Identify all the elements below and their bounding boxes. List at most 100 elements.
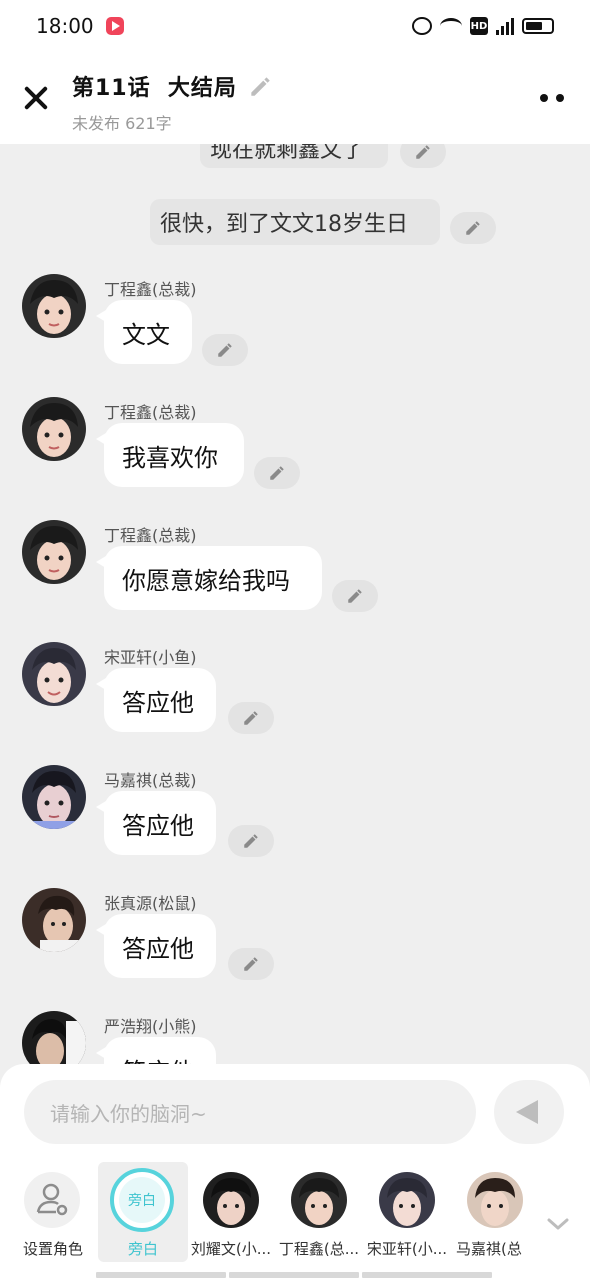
pencil-icon [270, 466, 284, 480]
speaker-name: 马嘉祺(总裁) [104, 771, 197, 790]
role-selector: 设置角色 旁白 旁白 刘耀文(小... 丁程鑫(总... 宋亚轩(小... 马嘉… [0, 1162, 590, 1262]
avatar[interactable] [22, 888, 86, 952]
status-time: 18:00 [36, 14, 94, 38]
role-character[interactable]: 刘耀文(小... [186, 1162, 276, 1262]
message-bubble[interactable]: 我喜欢你 [96, 423, 244, 487]
message-bubble[interactable]: 答应他 [96, 791, 216, 855]
role-label: 丁程鑫(总... [278, 1240, 360, 1258]
avatar [203, 1172, 259, 1228]
role-label: 马嘉祺(总 [456, 1240, 522, 1258]
message-bubble[interactable]: 答应他 [96, 668, 216, 732]
input-placeholder: 请输入你的脑洞~ [50, 1101, 207, 1126]
chat-area[interactable]: 现在就剩鑫文了 很快，到了文文18岁生日 丁程鑫(总裁) 文文 丁程鑫(总裁) … [0, 144, 590, 1064]
message-text: 我喜欢你 [122, 443, 218, 472]
narration-bubble[interactable]: 很快，到了文文18岁生日 [150, 199, 440, 245]
set-role-button[interactable]: 设置角色 [0, 1162, 104, 1262]
chevron-down-icon[interactable] [546, 1212, 570, 1236]
avatar[interactable] [22, 642, 86, 706]
narrator-avatar: 旁白 [110, 1168, 174, 1232]
chat-message[interactable]: 张真源(松鼠) 答应他 [0, 888, 590, 1008]
narrator-avatar-text: 旁白 [119, 1177, 165, 1223]
edit-button[interactable] [254, 457, 300, 489]
dot-icon [540, 94, 548, 102]
avatar[interactable] [22, 274, 86, 338]
pencil-icon [348, 589, 362, 603]
message-text: 答应他 [122, 934, 194, 963]
avatar[interactable] [22, 520, 86, 584]
more-button[interactable] [540, 92, 568, 104]
avatar[interactable] [22, 765, 86, 829]
role-character[interactable]: 丁程鑫(总... [274, 1162, 364, 1262]
avatar [379, 1172, 435, 1228]
chat-message[interactable]: 宋亚轩(小鱼) 答应他 [0, 642, 590, 762]
role-character[interactable]: 马嘉祺(总 [450, 1162, 540, 1262]
status-bar: 18:00 HD [0, 0, 590, 52]
pencil-icon [466, 221, 480, 235]
message-text: 文文 [122, 320, 170, 349]
role-character[interactable]: 宋亚轩(小... [362, 1162, 452, 1262]
role-narrator[interactable]: 旁白 旁白 [98, 1162, 188, 1262]
speaker-name: 张真源(松鼠) [104, 894, 197, 913]
pencil-icon [416, 145, 430, 159]
role-label: 设置角色 [22, 1240, 83, 1258]
speaker-name: 丁程鑫(总裁) [104, 526, 197, 545]
edit-button[interactable] [228, 825, 274, 857]
message-bubble[interactable]: 答应他 [96, 914, 216, 978]
person-settings-icon [24, 1172, 80, 1228]
role-label: 宋亚轩(小... [366, 1240, 448, 1258]
edit-button[interactable] [332, 580, 378, 612]
message-text: 你愿意嫁给我吗 [122, 566, 290, 595]
pencil-icon [244, 957, 258, 971]
avatar [467, 1172, 523, 1228]
narration-text: 很快，到了文文18岁生日 [160, 212, 408, 237]
pencil-icon [218, 343, 232, 357]
edit-button[interactable] [228, 702, 274, 734]
pencil-icon [244, 711, 258, 725]
chat-message[interactable]: 马嘉祺(总裁) 答应他 [0, 765, 590, 885]
hd-icon: HD [470, 17, 488, 35]
header: 第11话 大结局 未发布 621字 [0, 52, 590, 144]
chat-message[interactable]: 严浩翔(小熊) 答应他 [0, 1011, 590, 1064]
chat-message[interactable]: 丁程鑫(总裁) 文文 [0, 274, 590, 394]
avatar[interactable] [22, 1011, 86, 1064]
alarm-icon [412, 17, 432, 35]
episode-title: 第11话 大结局 [72, 76, 237, 101]
speaker-name: 丁程鑫(总裁) [104, 403, 197, 422]
role-label: 旁白 [127, 1240, 158, 1258]
narration-text: 现在就剩鑫文了 [210, 144, 365, 163]
message-text: 答应他 [122, 1052, 194, 1065]
signal-icon [496, 17, 514, 35]
message-text: 答应他 [122, 688, 194, 717]
edit-title-icon[interactable] [247, 73, 273, 99]
dot-icon [556, 94, 564, 102]
story-input[interactable]: 请输入你的脑洞~ [24, 1080, 476, 1144]
speaker-name: 丁程鑫(总裁) [104, 280, 197, 299]
role-scroll-indicator [96, 1272, 492, 1278]
edit-button[interactable] [450, 212, 496, 244]
speaker-name: 严浩翔(小熊) [104, 1017, 197, 1036]
edit-button[interactable] [400, 144, 446, 168]
chat-message[interactable]: 丁程鑫(总裁) 我喜欢你 [0, 397, 590, 517]
avatar [291, 1172, 347, 1228]
close-button[interactable] [20, 82, 52, 114]
narration-bubble[interactable]: 现在就剩鑫文了 [200, 144, 388, 168]
role-label: 刘耀文(小... [190, 1240, 272, 1258]
edit-button[interactable] [202, 334, 248, 366]
speaker-name: 宋亚轩(小鱼) [104, 648, 197, 667]
word-count: 未发布 621字 [72, 114, 172, 133]
avatar[interactable] [22, 397, 86, 461]
message-text: 答应他 [122, 811, 194, 840]
title-block: 第11话 大结局 未发布 621字 [72, 70, 273, 134]
message-bubble[interactable]: 你愿意嫁给我吗 [96, 546, 322, 610]
battery-icon [522, 18, 554, 34]
bottom-panel: 请输入你的脑洞~ 设置角色 旁白 旁白 刘耀文(小... 丁程鑫(总... 宋亚… [0, 1064, 590, 1280]
pencil-icon [244, 834, 258, 848]
edit-button[interactable] [228, 948, 274, 980]
message-bubble[interactable]: 答应他 [96, 1037, 216, 1065]
chat-message[interactable]: 丁程鑫(总裁) 你愿意嫁给我吗 [0, 520, 590, 640]
send-button[interactable] [494, 1080, 564, 1144]
message-bubble[interactable]: 文文 [96, 300, 192, 364]
status-icons: HD [412, 17, 554, 35]
wifi-icon [440, 18, 462, 34]
app-notification-icon [105, 17, 124, 35]
